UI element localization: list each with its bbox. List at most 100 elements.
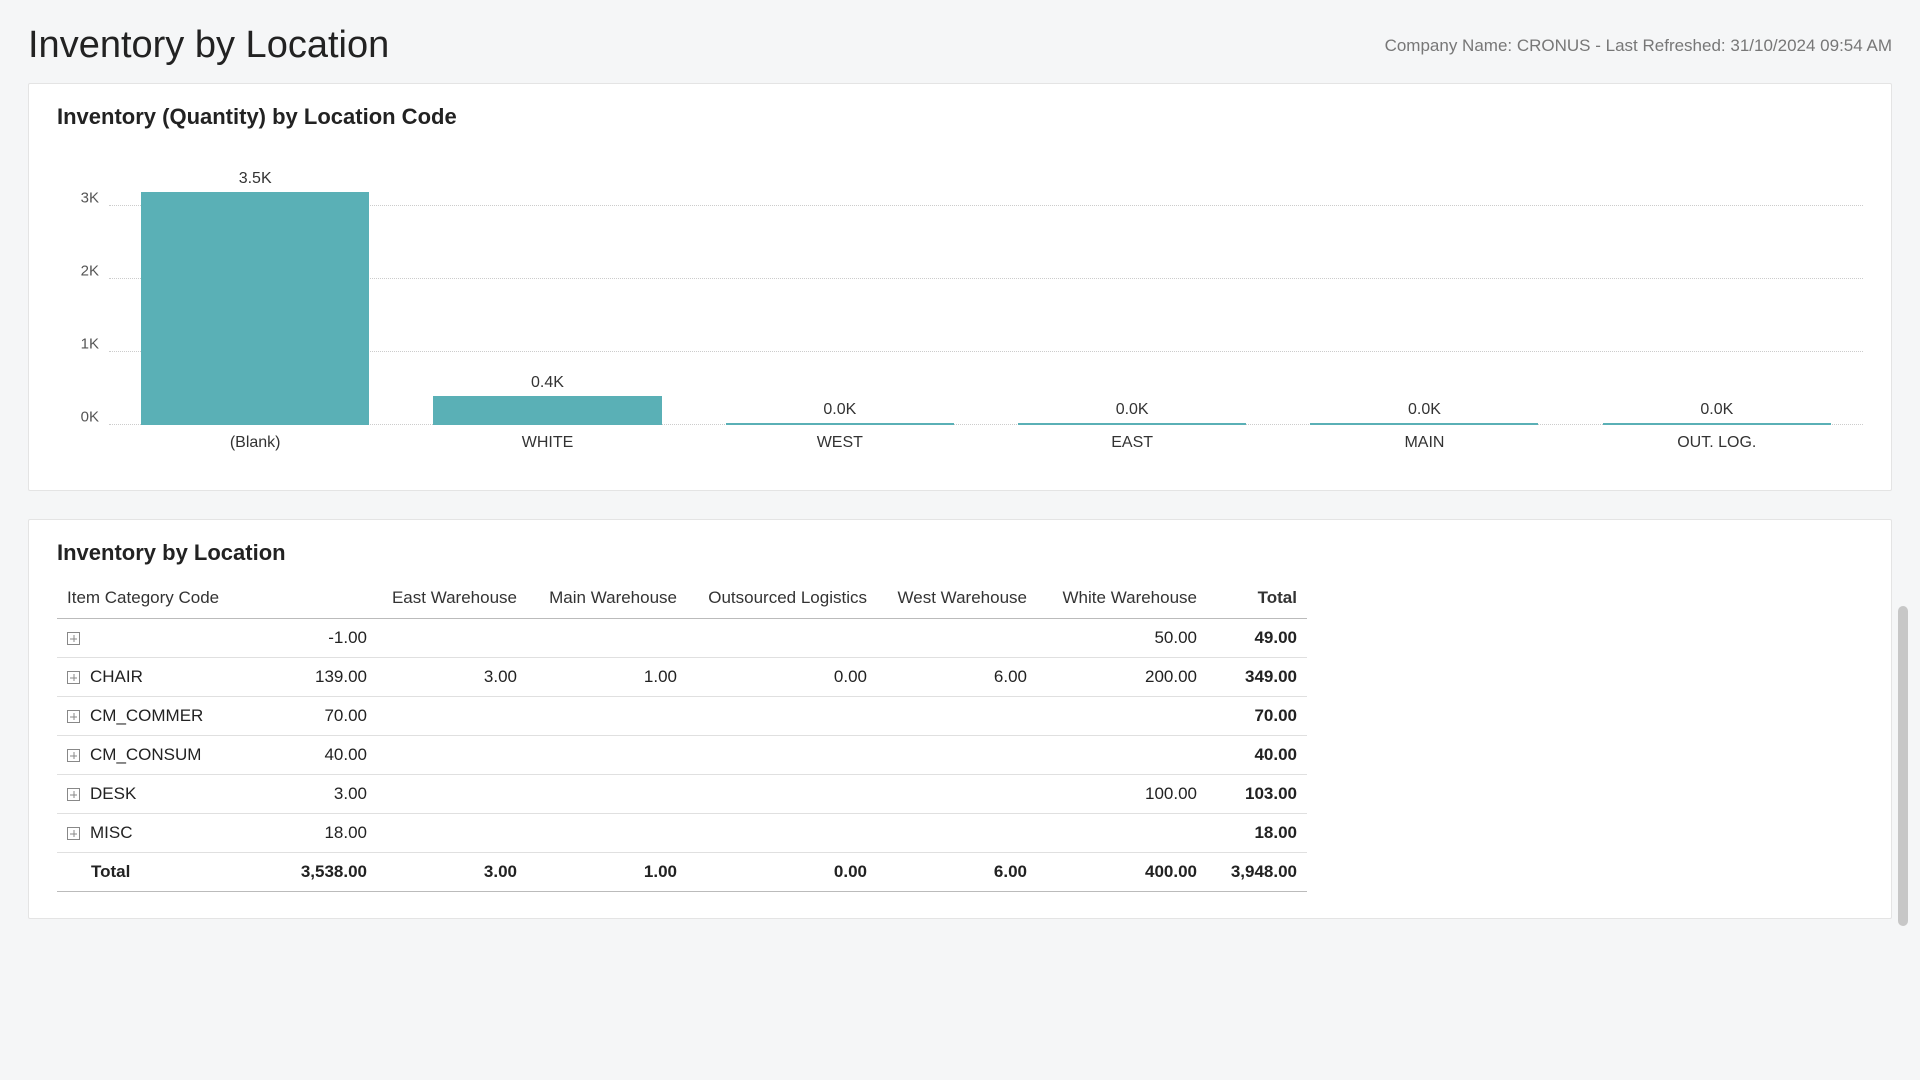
cell: 100.00	[1037, 775, 1207, 814]
cell-total: 49.00	[1207, 619, 1307, 658]
table-row[interactable]: CM_COMMER 70.00 70.00	[57, 697, 1307, 736]
company-refresh-info: Company Name: CRONUS - Last Refreshed: 3…	[1385, 36, 1892, 56]
bar-value-label: 0.0K	[1700, 401, 1733, 419]
cell: 6.00	[877, 658, 1037, 697]
bar-value-label: 0.0K	[823, 401, 856, 419]
cell: 40.00	[257, 736, 377, 775]
bar-value-label: 3.5K	[239, 170, 272, 188]
total-cell: 1.00	[527, 853, 687, 892]
plus-icon[interactable]	[67, 749, 80, 762]
bar-white[interactable]: 0.4K	[401, 170, 693, 425]
matrix-card: Inventory by Location Item Category Code…	[28, 519, 1892, 919]
row-category: CM_CONSUM	[90, 745, 201, 764]
y-tick: 0K	[81, 409, 99, 426]
x-label: (Blank)	[109, 434, 401, 452]
col-header-west[interactable]: West Warehouse	[877, 578, 1037, 619]
total-cell: 3,948.00	[1207, 853, 1307, 892]
cell: 18.00	[257, 814, 377, 853]
cell	[1037, 736, 1207, 775]
table-row[interactable]: -1.00 50.00 49.00	[57, 619, 1307, 658]
table-row[interactable]: DESK 3.00 100.00 103.00	[57, 775, 1307, 814]
table-row[interactable]: CM_CONSUM 40.00 40.00	[57, 736, 1307, 775]
plus-icon[interactable]	[67, 788, 80, 801]
bar-out-log[interactable]: 0.0K	[1571, 170, 1863, 425]
bar-value-label: 0.0K	[1408, 401, 1441, 419]
cell	[877, 619, 1037, 658]
y-axis: 0K 1K 2K 3K	[57, 170, 105, 426]
bar-rect	[1603, 423, 1831, 425]
cell	[877, 736, 1037, 775]
bar-east[interactable]: 0.0K	[986, 170, 1278, 425]
cell	[527, 736, 687, 775]
cell-total: 70.00	[1207, 697, 1307, 736]
table-row[interactable]: CHAIR 139.00 3.00 1.00 0.00 6.00 200.00 …	[57, 658, 1307, 697]
bar-main[interactable]: 0.0K	[1278, 170, 1570, 425]
col-header-out[interactable]: Outsourced Logistics	[687, 578, 877, 619]
cell-total: 18.00	[1207, 814, 1307, 853]
row-category: DESK	[90, 784, 136, 803]
cell-total: 40.00	[1207, 736, 1307, 775]
table-row[interactable]: MISC 18.00 18.00	[57, 814, 1307, 853]
cell	[687, 775, 877, 814]
total-row: Total 3,538.00 3.00 1.00 0.00 6.00 400.0…	[57, 853, 1307, 892]
cell: 139.00	[257, 658, 377, 697]
cell	[877, 775, 1037, 814]
cell	[527, 775, 687, 814]
x-axis: (Blank) WHITE WEST EAST MAIN OUT. LOG.	[109, 434, 1863, 452]
cell: 200.00	[1037, 658, 1207, 697]
cell: 70.00	[257, 697, 377, 736]
cell	[877, 814, 1037, 853]
y-tick: 3K	[81, 189, 99, 206]
cell	[377, 697, 527, 736]
plus-icon[interactable]	[67, 710, 80, 723]
cell	[527, 697, 687, 736]
col-header-white[interactable]: White Warehouse	[1037, 578, 1207, 619]
cell	[527, 619, 687, 658]
chart-card: Inventory (Quantity) by Location Code 0K…	[28, 83, 1892, 491]
bar-chart[interactable]: 0K 1K 2K 3K 3.5K 0.4K	[57, 142, 1863, 462]
chart-title: Inventory (Quantity) by Location Code	[57, 104, 1863, 130]
total-cell: 3.00	[377, 853, 527, 892]
row-category: CM_COMMER	[90, 706, 203, 725]
plus-icon[interactable]	[67, 632, 80, 645]
total-label: Total	[57, 853, 257, 892]
cell	[687, 814, 877, 853]
plus-icon[interactable]	[67, 827, 80, 840]
bar-value-label: 0.4K	[531, 374, 564, 392]
bar-rect	[726, 423, 954, 425]
x-label: OUT. LOG.	[1571, 434, 1863, 452]
table-header-row: Item Category Code East Warehouse Main W…	[57, 578, 1307, 619]
bar-rect	[1018, 423, 1246, 425]
total-cell: 3,538.00	[257, 853, 377, 892]
col-header-main[interactable]: Main Warehouse	[527, 578, 687, 619]
x-label: MAIN	[1278, 434, 1570, 452]
cell	[687, 619, 877, 658]
cell: 0.00	[687, 658, 877, 697]
matrix-title: Inventory by Location	[57, 540, 1863, 566]
bar-west[interactable]: 0.0K	[694, 170, 986, 425]
cell	[527, 814, 687, 853]
matrix-table[interactable]: Item Category Code East Warehouse Main W…	[57, 578, 1307, 892]
bar-blank[interactable]: 3.5K	[109, 170, 401, 425]
cell	[687, 697, 877, 736]
col-header-blank[interactable]	[257, 578, 377, 619]
col-header-east[interactable]: East Warehouse	[377, 578, 527, 619]
row-category: MISC	[90, 823, 133, 842]
cell	[377, 775, 527, 814]
col-header-total[interactable]: Total	[1207, 578, 1307, 619]
page-title: Inventory by Location	[28, 24, 389, 67]
cell-total: 103.00	[1207, 775, 1307, 814]
cell: -1.00	[257, 619, 377, 658]
cell	[877, 697, 1037, 736]
scrollbar-thumb[interactable]	[1898, 606, 1908, 926]
cell: 3.00	[377, 658, 527, 697]
cell	[377, 814, 527, 853]
y-tick: 1K	[81, 335, 99, 352]
cell-total: 349.00	[1207, 658, 1307, 697]
col-header-category[interactable]: Item Category Code	[57, 578, 257, 619]
cell	[1037, 814, 1207, 853]
scrollbar[interactable]	[1898, 606, 1908, 966]
row-category: CHAIR	[90, 667, 143, 686]
cell	[377, 619, 527, 658]
plus-icon[interactable]	[67, 671, 80, 684]
